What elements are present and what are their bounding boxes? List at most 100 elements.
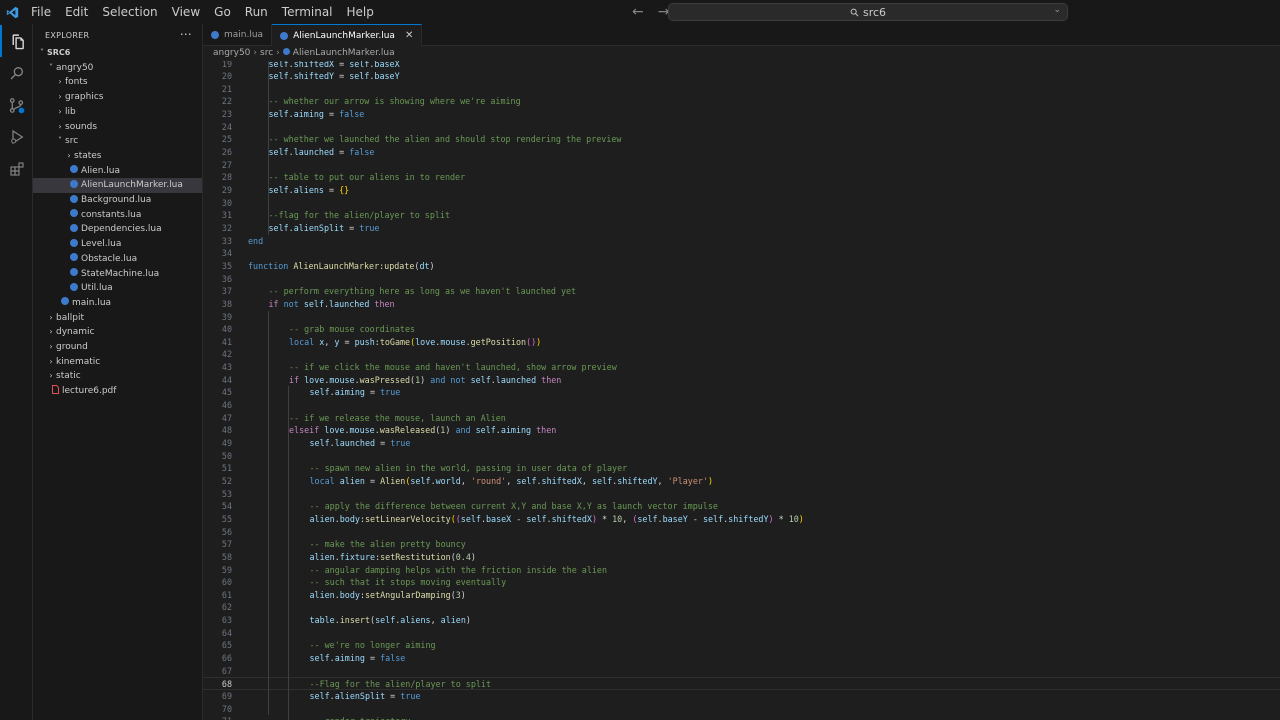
- menu-item-edit[interactable]: Edit: [58, 0, 95, 24]
- code-line: 57 -- make the alien pretty bouncy: [203, 538, 1280, 551]
- tree-item-static[interactable]: › static: [33, 369, 202, 384]
- tree-item-angry50[interactable]: ˅ angry50: [33, 61, 202, 76]
- code-line: 28 -- table to put our aliens in to rende…: [203, 171, 1280, 184]
- lua-file-icon: [70, 268, 78, 276]
- code-token: =: [323, 185, 340, 195]
- tree-item-label: angry50: [56, 62, 94, 73]
- code-token: self: [526, 513, 547, 524]
- tab-alienlaunchmarker-lua[interactable]: AlienLaunchMarker.lua ✕: [272, 24, 423, 46]
- tree-item-states[interactable]: › states: [33, 149, 202, 164]
- chevron-right-icon: ›: [67, 150, 71, 160]
- code-token: -- render trajectory: [310, 716, 411, 720]
- menu-item-selection[interactable]: Selection: [95, 0, 164, 24]
- line-number: 53: [221, 488, 232, 499]
- explorer-icon[interactable]: [0, 25, 33, 57]
- code-token: self: [410, 475, 431, 486]
- menu-item-terminal[interactable]: Terminal: [275, 0, 340, 24]
- editor-tabs: main.lua AlienLaunchMarker.lua ✕: [203, 24, 1280, 46]
- code-token: *: [596, 513, 613, 524]
- extensions-icon[interactable]: [0, 153, 33, 185]
- code-line: 51 -- spawn new alien in the world, passi…: [203, 462, 1280, 475]
- tree-item-kinematic[interactable]: › kinematic: [33, 355, 202, 370]
- menu-item-help[interactable]: Help: [340, 0, 381, 24]
- menu-item-go[interactable]: Go: [207, 0, 238, 24]
- menu-item-view[interactable]: View: [165, 0, 207, 24]
- tree-item-ballpit[interactable]: › ballpit: [33, 311, 202, 326]
- breadcrumb-separator-icon: ›: [253, 48, 258, 58]
- tree-item-src6[interactable]: ˅ SRC6: [33, 46, 202, 61]
- chevron-down-icon[interactable]: ⌄: [1053, 5, 1061, 15]
- tree-item-sounds[interactable]: › sounds: [33, 120, 202, 135]
- code-token: -- whether we launched the alien and sho…: [268, 134, 622, 145]
- tree-item-level-lua[interactable]: Level.lua: [33, 237, 202, 252]
- tree-item-constants-lua[interactable]: constants.lua: [33, 208, 202, 223]
- source-control-icon[interactable]: [0, 89, 33, 121]
- menu-bar: File Edit Selection View Go Run Terminal Help: [24, 0, 381, 24]
- tree-item-main-lua[interactable]: main.lua: [33, 296, 202, 311]
- code-token: =: [364, 475, 381, 486]
- tree-item-src[interactable]: ˅ src: [33, 134, 202, 149]
- tree-item-obstacle-lua[interactable]: Obstacle.lua: [33, 252, 202, 267]
- code-token: -- such that it stops moving eventually: [309, 577, 507, 588]
- breadcrumb-item[interactable]: AlienLaunchMarker.lua: [293, 48, 395, 58]
- tree-item-ground[interactable]: › ground: [33, 340, 202, 355]
- line-number: 39: [221, 311, 232, 322]
- code-line: 31 --flag for the alien/player to split: [203, 209, 1280, 222]
- code-text: table.insert(self.aliens, alien): [310, 614, 471, 627]
- close-icon[interactable]: ✕: [405, 30, 413, 41]
- code-token: =: [334, 71, 350, 82]
- line-number: 43: [221, 362, 232, 373]
- tree-item-lecture6-pdf[interactable]: lecture6.pdf: [33, 384, 202, 399]
- tree-item-background-lua[interactable]: Background.lua: [33, 193, 202, 208]
- tree-item-label: SRC6: [47, 48, 71, 57]
- breadcrumb-item[interactable]: src: [260, 48, 273, 58]
- tree-item-alien-lua[interactable]: Alien.lua: [33, 164, 202, 179]
- code-text: if not self.launched then: [269, 298, 395, 311]
- code-line: 48 elseif love.mouse.wasReleased(1) and s…: [203, 424, 1280, 437]
- code-token: if: [268, 298, 284, 309]
- search-icon[interactable]: [0, 57, 33, 89]
- run-debug-icon[interactable]: [0, 121, 33, 153]
- tree-item-statemachine-lua[interactable]: StateMachine.lua: [33, 267, 202, 282]
- line-number: 44: [221, 374, 232, 385]
- code-token: shiftedY: [617, 475, 658, 486]
- more-actions-icon[interactable]: ⋯: [180, 27, 192, 41]
- line-number: 42: [221, 349, 232, 360]
- code-token: setLinearVelocity: [364, 513, 451, 524]
- command-center-search[interactable]: src6 ⌄: [668, 3, 1068, 21]
- line-number: 36: [221, 273, 232, 284]
- code-token: ,: [460, 475, 471, 486]
- code-token: wasReleased: [379, 425, 436, 436]
- tree-item-util-lua[interactable]: Util.lua: [33, 281, 202, 296]
- activity-bar: [0, 24, 33, 720]
- tree-item-fonts[interactable]: › fonts: [33, 75, 202, 90]
- code-token: launched: [293, 147, 335, 158]
- line-number: 58: [221, 551, 232, 562]
- code-token: ): [460, 589, 466, 600]
- code-text: -- grab mouse coordinates: [289, 323, 415, 336]
- code-text: self.shiftedY = self.baseY: [269, 70, 400, 83]
- tree-item-dynamic[interactable]: › dynamic: [33, 325, 202, 340]
- line-number: 22: [221, 96, 232, 107]
- breadcrumb-item[interactable]: angry50: [213, 48, 250, 58]
- code-text: elseif love.mouse.wasReleased(1) and sel…: [289, 424, 556, 437]
- tab-main-lua[interactable]: main.lua: [203, 24, 273, 46]
- tree-item-lib[interactable]: › lib: [33, 105, 202, 120]
- back-arrow-icon[interactable]: ←: [632, 4, 644, 20]
- tree-item-dependencies-lua[interactable]: Dependencies.lua: [33, 222, 202, 237]
- tree-item-alienlaunchmarker-lua[interactable]: AlienLaunchMarker.lua: [33, 178, 202, 193]
- menu-item-run[interactable]: Run: [238, 0, 275, 24]
- code-token: ): [798, 513, 804, 524]
- code-token: ,: [430, 615, 441, 626]
- code-line: 53: [203, 488, 1280, 501]
- code-text: self.alienSplit = true: [269, 222, 380, 235]
- code-token: ,: [622, 513, 633, 524]
- code-token: ): [536, 336, 542, 347]
- menu-item-file[interactable]: File: [24, 0, 58, 24]
- tree-item-graphics[interactable]: › graphics: [33, 90, 202, 105]
- tree-item-label: Background.lua: [81, 195, 152, 205]
- code-line: 36: [203, 273, 1280, 286]
- code-token: self: [303, 298, 324, 309]
- code-editor[interactable]: 19 self.shiftedX = self.baseX 20 self.shift…: [203, 61, 1280, 720]
- breadcrumb-separator-icon: ›: [276, 48, 280, 58]
